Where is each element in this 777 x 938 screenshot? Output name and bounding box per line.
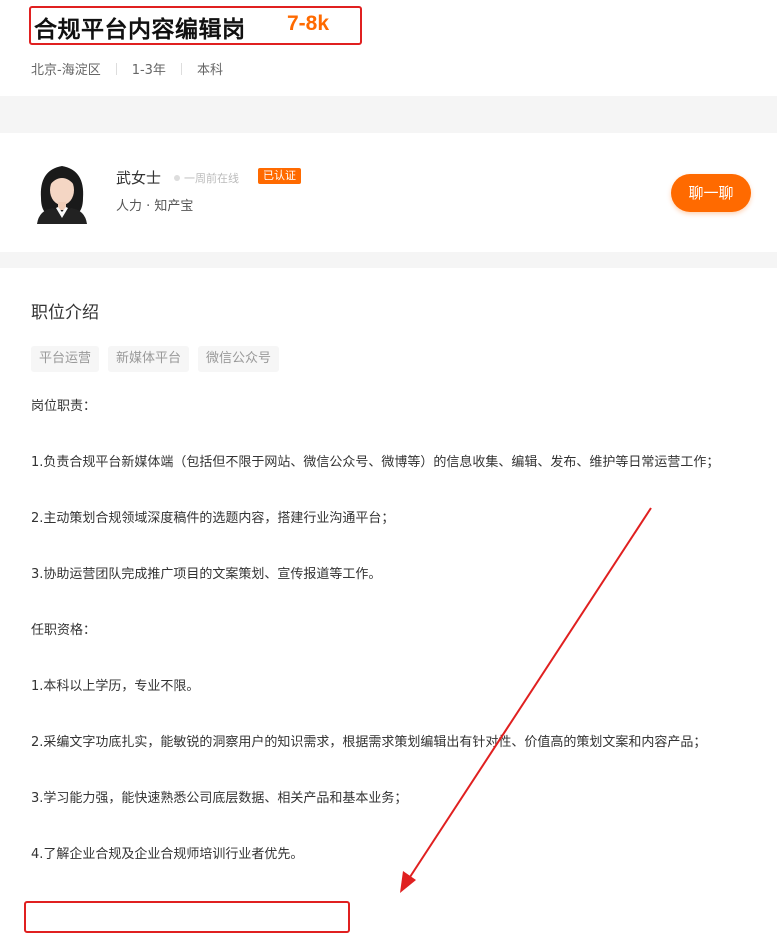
job-title: 合规平台内容编辑岗 <box>34 17 246 43</box>
description-text: 岗位职责： 1.负责合规平台新媒体端（包括但不限于网站、微信公众号、微博等）的信… <box>31 393 751 897</box>
tag-list: 平台运营 新媒体平台 微信公众号 <box>31 346 288 372</box>
duty-item: 3.协助运营团队完成推广项目的文案策划、宣传报道等工作。 <box>31 567 382 582</box>
salary: 7-8k <box>287 12 330 35</box>
avatar-photo <box>33 158 91 224</box>
duty-item: 2.主动策划合规领域深度稿件的选题内容，搭建行业沟通平台； <box>31 511 395 526</box>
duties-heading: 岗位职责： <box>31 399 97 414</box>
section-title: 职位介绍 <box>31 303 99 323</box>
requirement-item: 2.采编文字功底扎实，能敏锐的洞察用户的知识需求，根据需求策划编辑出有针对性、价… <box>31 735 707 750</box>
job-meta: 北京-海淀区 1-3年 本科 <box>31 59 223 78</box>
recruiter-company: 人力 · 知产宝 <box>116 199 194 214</box>
job-education: 本科 <box>196 63 223 78</box>
highlight-annotation-box <box>24 901 350 933</box>
tag: 微信公众号 <box>198 346 280 372</box>
job-experience: 1-3年 <box>131 63 166 78</box>
tag: 平台运营 <box>31 346 100 372</box>
recruiter-card: 武女士 一周前在线 已认证 人力 · 知产宝 聊一聊 <box>0 133 777 252</box>
job-description-section: 职位介绍 平台运营 新媒体平台 微信公众号 岗位职责： 1.负责合规平台新媒体端（包… <box>0 268 777 938</box>
avatar[interactable] <box>33 158 91 224</box>
divider <box>180 63 182 75</box>
tag: 新媒体平台 <box>108 346 190 372</box>
requirement-item-highlighted: 4.了解企业合规及企业合规师培训行业者优先。 <box>31 847 304 862</box>
online-status: 一周前在线 <box>174 170 239 186</box>
divider <box>115 63 117 75</box>
status-dot-icon <box>174 175 180 181</box>
job-location: 北京-海淀区 <box>31 63 101 78</box>
recruiter-name: 武女士 <box>116 169 162 187</box>
duty-item: 1.负责合规平台新媒体端（包括但不限于网站、微信公众号、微博等）的信息收集、编辑… <box>31 455 720 470</box>
requirement-item: 3.学习能力强，能快速熟悉公司底层数据、相关产品和基本业务； <box>31 791 408 806</box>
job-header: 合规平台内容编辑岗 7-8k 北京-海淀区 1-3年 本科 <box>0 0 777 96</box>
verified-badge: 已认证 <box>258 168 301 184</box>
requirements-heading: 任职资格： <box>31 623 97 638</box>
requirement-item: 1.本科以上学历，专业不限。 <box>31 679 200 694</box>
online-status-text: 一周前在线 <box>184 172 239 185</box>
chat-button[interactable]: 聊一聊 <box>671 174 751 212</box>
